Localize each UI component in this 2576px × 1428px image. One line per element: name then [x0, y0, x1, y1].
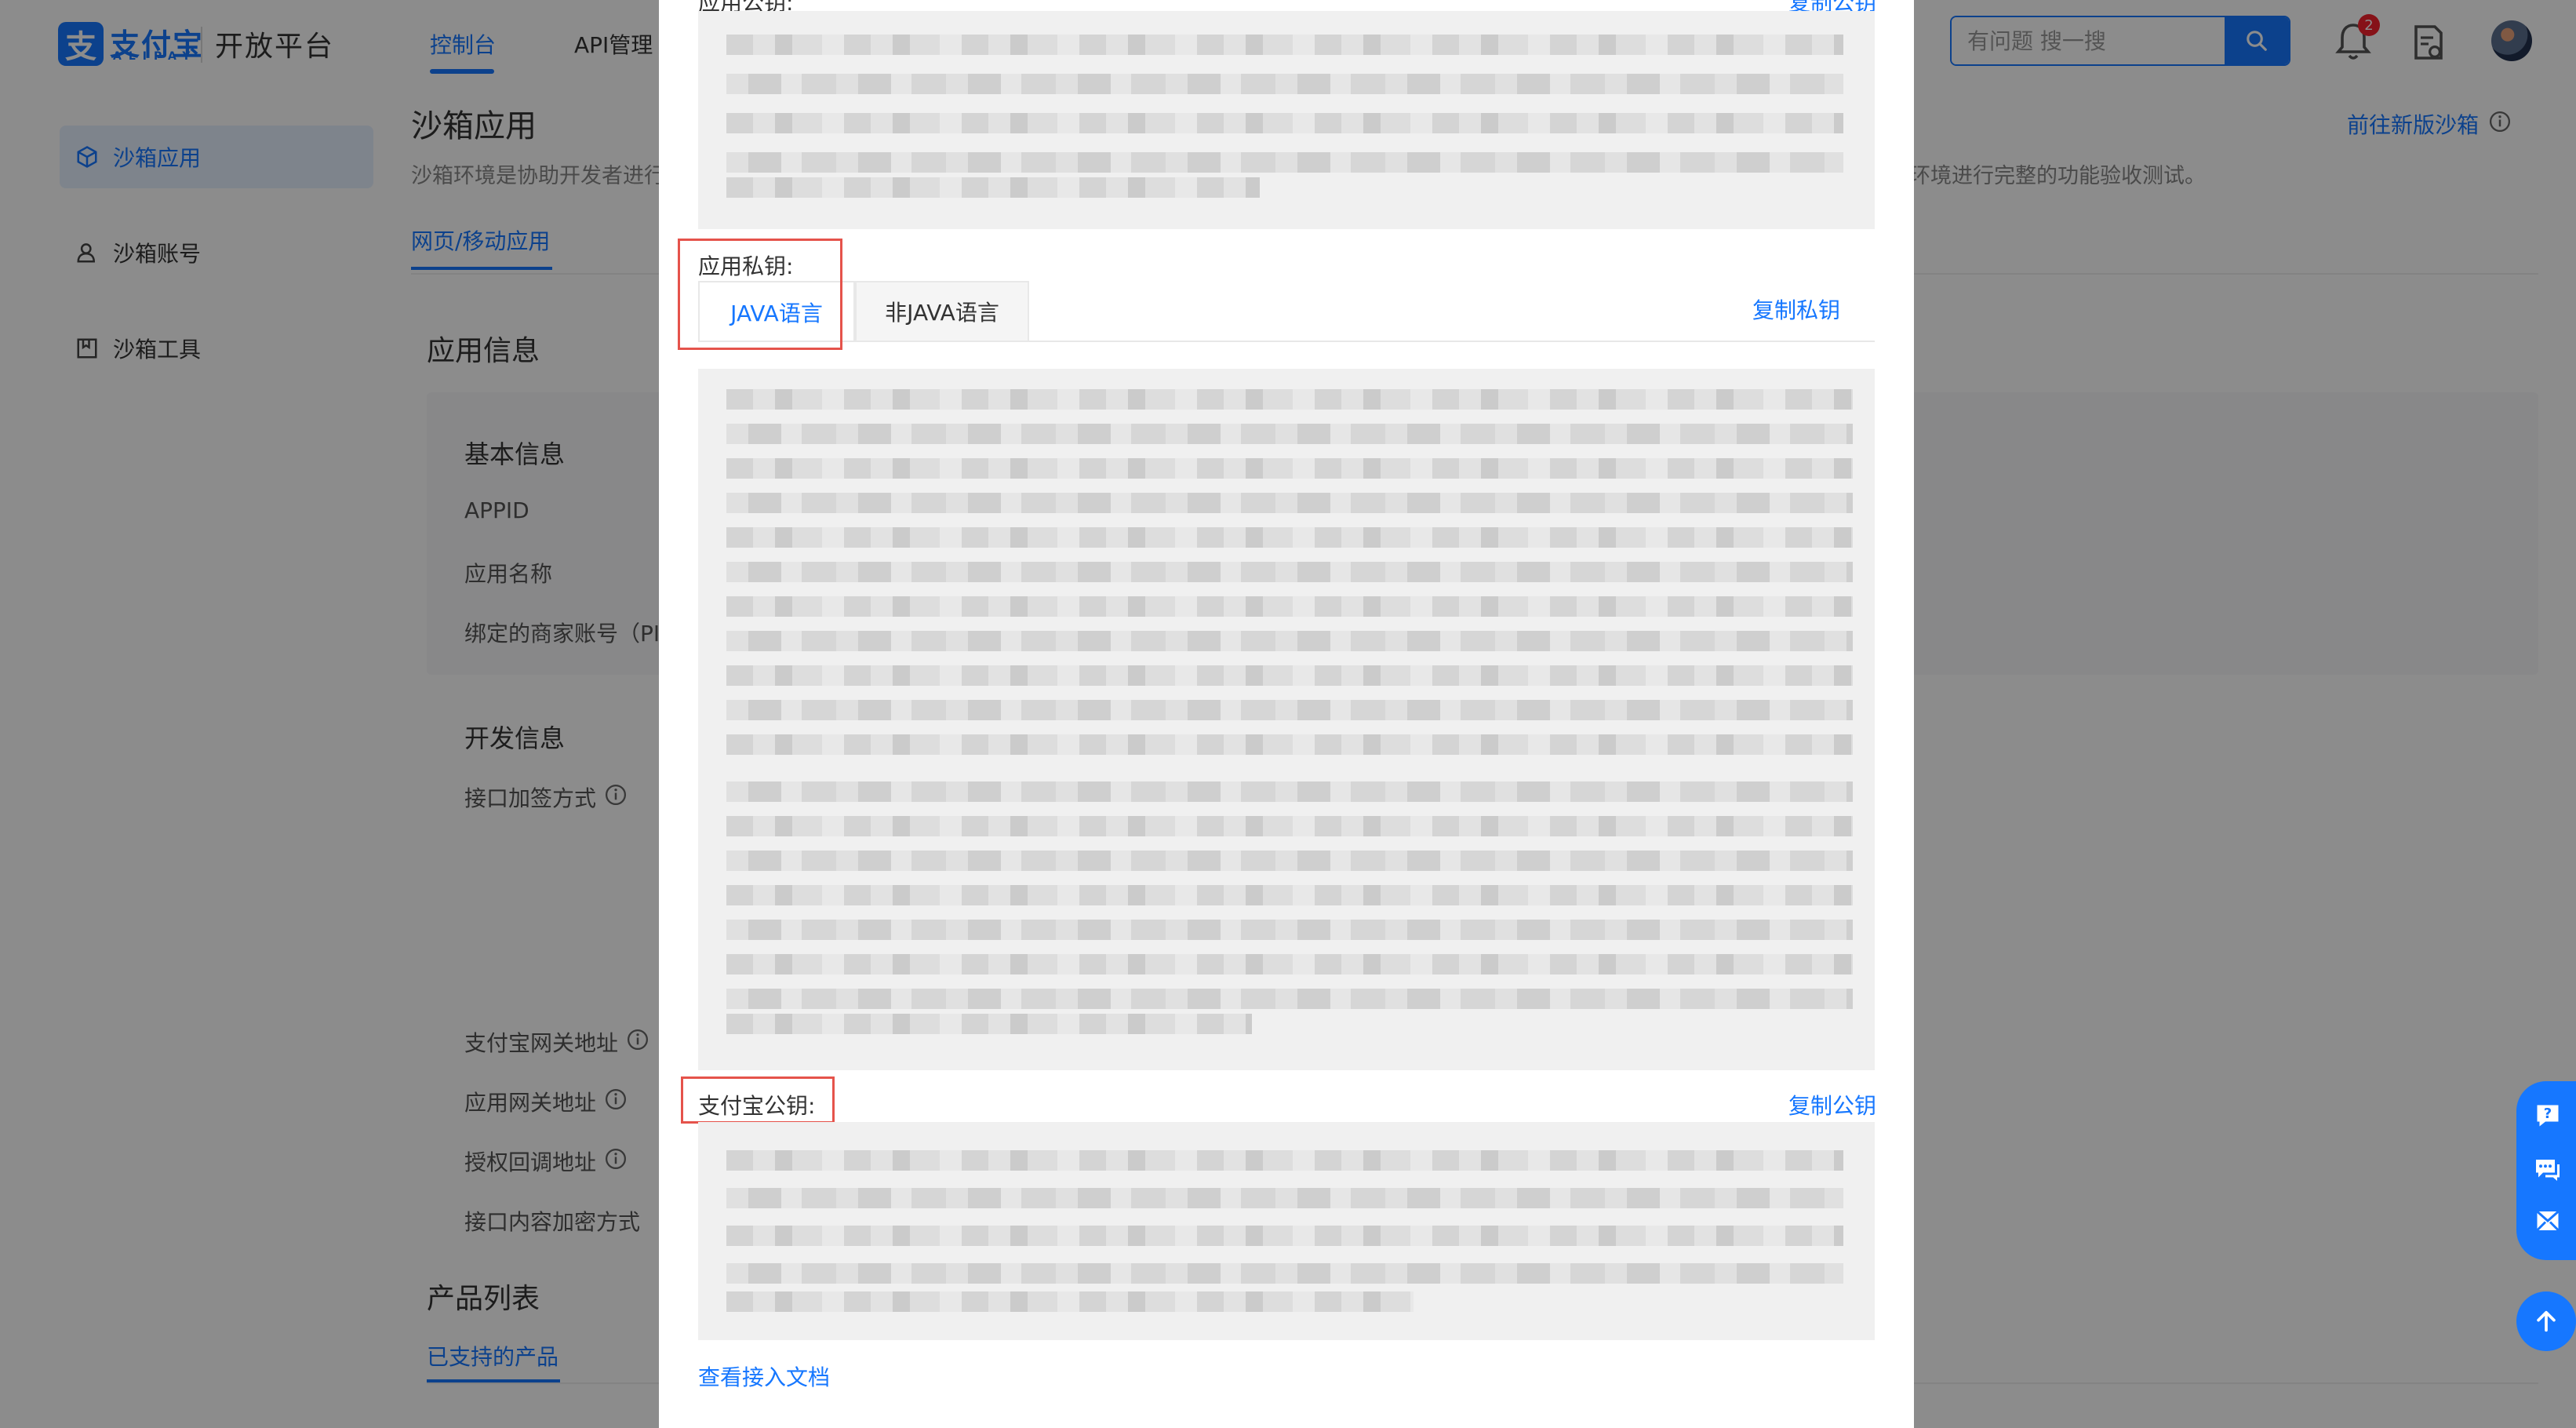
copy-private-key-link[interactable]: 复制私钥	[1752, 293, 1840, 325]
highlight-box	[681, 1076, 835, 1124]
highlight-box	[678, 239, 842, 350]
app-public-key-value	[698, 11, 1875, 229]
arrow-up-icon	[2537, 1310, 2556, 1332]
help-icon[interactable]: ?	[2534, 1102, 2562, 1130]
private-key-value	[698, 369, 1875, 1070]
alipay-public-key-value	[698, 1122, 1875, 1340]
back-to-top-button[interactable]	[2516, 1291, 2576, 1351]
copy-alipay-public-key-link[interactable]: 复制公钥	[1788, 1089, 1876, 1120]
chat-icon[interactable]	[2534, 1155, 2562, 1183]
svg-text:?: ?	[2544, 1106, 2552, 1122]
mail-icon[interactable]	[2534, 1207, 2562, 1235]
view-docs-link[interactable]: 查看接入文档	[698, 1361, 830, 1392]
floating-help-bar: ?	[2516, 1081, 2576, 1260]
tab-non-java[interactable]: 非JAVA语言	[855, 281, 1029, 342]
tab-divider	[698, 341, 1875, 342]
key-modal: 应用公钥: 复制公钥 应用私钥: JAVA语言 非JAVA语言 复制私钥 支付宝…	[659, 0, 1914, 1428]
